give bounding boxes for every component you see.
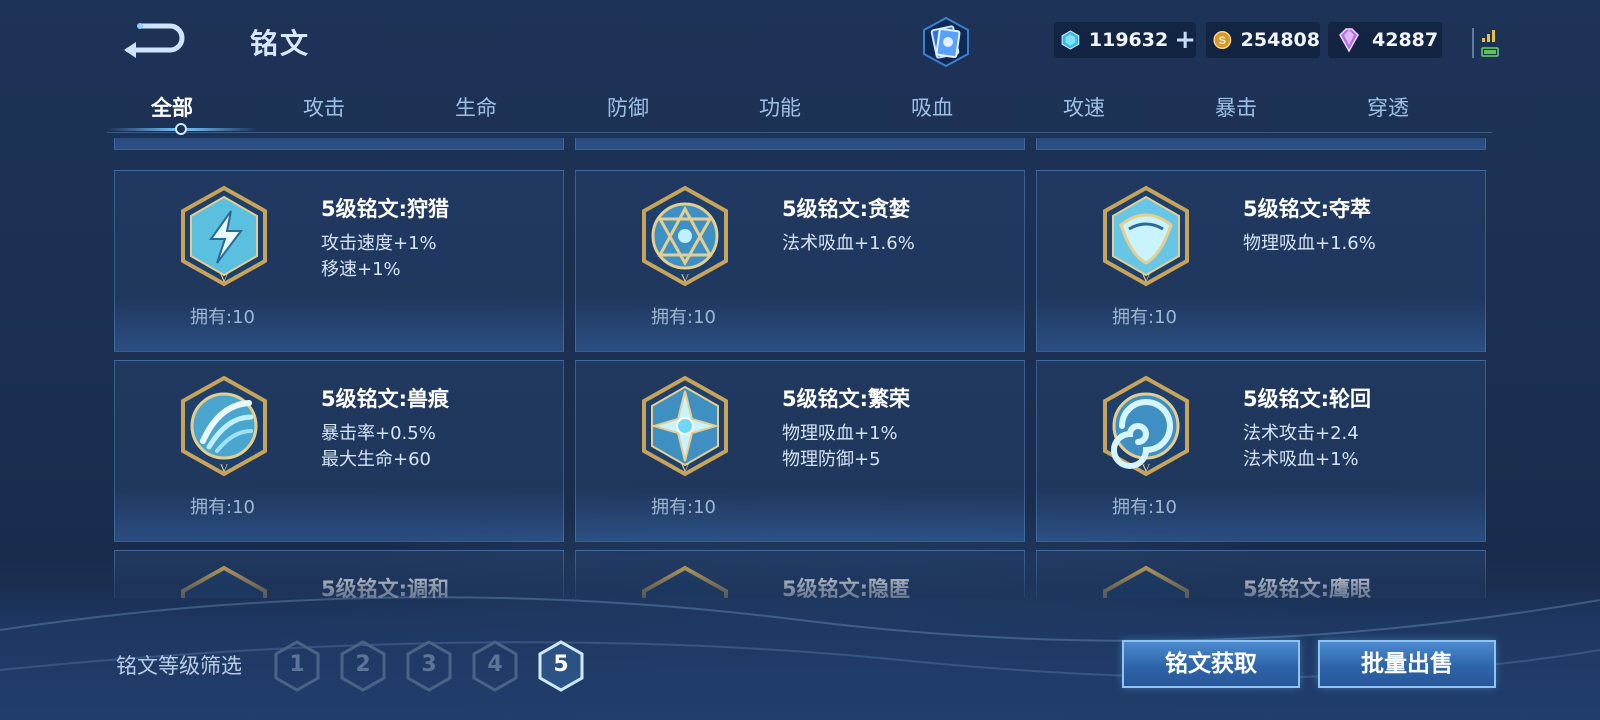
- rune-name: 5级铭文:隐匿: [782, 577, 911, 598]
- rune-attribute: 物理防御+5: [782, 449, 881, 470]
- rune-attribute: 物理吸血+1.6%: [1243, 233, 1376, 254]
- rune-attribute: 移速+1%: [321, 259, 401, 280]
- rune-card[interactable]: V 5级铭文:繁荣 物理吸血+1% 物理防御+5 拥有:10: [575, 360, 1025, 542]
- back-arrow-icon: [124, 23, 185, 58]
- battery-signal-icon: [1472, 28, 1499, 58]
- rune-card[interactable]: V 5级铭文:狩猎 攻击速度+1% 移速+1% 拥有:10: [114, 170, 564, 352]
- tab-utility[interactable]: 功能: [720, 92, 840, 122]
- active-tab-dot: [175, 123, 187, 135]
- owned-count: 拥有:10: [190, 497, 255, 518]
- gold-amount: 254808: [1240, 29, 1320, 51]
- svg-text:V: V: [1142, 461, 1151, 475]
- rune-name: 5级铭文:贪婪: [782, 197, 911, 221]
- rune-name: 5级铭文:夺萃: [1243, 197, 1372, 221]
- tab-penetration[interactable]: 穿透: [1328, 92, 1448, 122]
- tab-crit[interactable]: 暴击: [1176, 92, 1296, 122]
- rune-book-icon: [923, 16, 969, 68]
- rune-grid[interactable]: V 5级铭文:狩猎 攻击速度+1% 移速+1% 拥有:10 V 5级铭文:贪婪 …: [114, 138, 1486, 598]
- rune-name: 5级铭文:繁荣: [782, 387, 911, 411]
- star-rune-icon: V: [642, 375, 728, 477]
- rune-card[interactable]: 5级铭文:隐匿: [575, 550, 1025, 598]
- tab-all[interactable]: 全部: [112, 92, 232, 122]
- rune-card-partial[interactable]: [114, 138, 564, 150]
- spiral-rune-icon: V: [1103, 375, 1189, 477]
- rune-attribute: 物理吸血+1%: [782, 423, 898, 444]
- level-filter-1[interactable]: 1: [274, 640, 320, 692]
- get-runes-button[interactable]: 铭文获取: [1122, 640, 1300, 688]
- owned-count: 拥有:10: [651, 497, 716, 518]
- rune-card[interactable]: V 5级铭文:贪婪 法术吸血+1.6% 拥有:10: [575, 170, 1025, 352]
- owned-count: 拥有:10: [651, 307, 716, 328]
- rune-attribute: 法术吸血+1.6%: [782, 233, 915, 254]
- owned-count: 拥有:10: [190, 307, 255, 328]
- level-filter-label: 铭文等级筛选: [116, 654, 242, 678]
- purple-gem-icon: [1339, 28, 1359, 53]
- owned-count: 拥有:10: [1112, 307, 1177, 328]
- rune-icon: [1103, 565, 1189, 598]
- page-title: 铭文: [250, 27, 311, 60]
- rune-name: 5级铭文:兽痕: [321, 387, 450, 411]
- rune-icon: [181, 565, 267, 598]
- svg-text:V: V: [220, 461, 229, 475]
- currency-diamond: 119632 +: [1054, 22, 1196, 58]
- triangle-rune-icon: V: [642, 185, 728, 287]
- rune-attribute: 攻击速度+1%: [321, 233, 437, 254]
- claw-rune-icon: V: [181, 375, 267, 477]
- rune-name: 5级铭文:狩猎: [321, 197, 450, 221]
- gem-amount: 42887: [1372, 29, 1439, 51]
- rune-card[interactable]: V 5级铭文:夺萃 物理吸血+1.6% 拥有:10: [1036, 170, 1486, 352]
- level-filter-2[interactable]: 2: [340, 640, 386, 692]
- rune-icon: [642, 565, 728, 598]
- currency-gem: 42887: [1328, 22, 1442, 58]
- top-bar: 铭文 119632 + S 254808 42887: [0, 0, 1600, 84]
- rune-attribute: 最大生命+60: [321, 449, 431, 470]
- svg-text:V: V: [1142, 271, 1151, 285]
- level-filter-3[interactable]: 3: [406, 640, 452, 692]
- lightning-rune-icon: V: [181, 185, 267, 287]
- svg-text:V: V: [220, 271, 229, 285]
- svg-text:V: V: [681, 461, 690, 475]
- rune-card[interactable]: 5级铭文:调和: [114, 550, 564, 598]
- rune-card[interactable]: V 5级铭文:兽痕 暴击率+0.5% 最大生命+60 拥有:10: [114, 360, 564, 542]
- tab-defense[interactable]: 防御: [568, 92, 688, 122]
- rune-card[interactable]: 5级铭文:鹰眼: [1036, 550, 1486, 598]
- back-button[interactable]: [118, 18, 188, 58]
- category-tabs: 全部 攻击 生命 防御 功能 吸血 攻速 暴击 穿透: [107, 84, 1492, 135]
- rune-name: 5级铭文:鹰眼: [1243, 577, 1372, 598]
- add-diamond-button[interactable]: +: [1174, 27, 1196, 53]
- rune-card[interactable]: V 5级铭文:轮回 法术攻击+2.4 法术吸血+1% 拥有:10: [1036, 360, 1486, 542]
- rune-card-partial[interactable]: [575, 138, 1025, 150]
- blue-diamond-icon: [1061, 30, 1080, 50]
- svg-text:V: V: [681, 271, 690, 285]
- rune-attribute: 法术吸血+1%: [1243, 449, 1359, 470]
- tab-lifesteal[interactable]: 吸血: [872, 92, 992, 122]
- tab-health[interactable]: 生命: [416, 92, 536, 122]
- crescent-rune-icon: V: [1103, 185, 1189, 287]
- owned-count: 拥有:10: [1112, 497, 1177, 518]
- currency-gold: S 254808: [1206, 22, 1320, 58]
- gold-coin-icon: S: [1213, 31, 1232, 49]
- rune-card-partial[interactable]: [1036, 138, 1486, 150]
- svg-text:S: S: [1219, 35, 1226, 47]
- rune-name: 5级铭文:调和: [321, 577, 450, 598]
- rune-name: 5级铭文:轮回: [1243, 387, 1372, 411]
- rune-attribute: 法术攻击+2.4: [1243, 423, 1359, 444]
- level-filter-5[interactable]: 5: [538, 640, 584, 692]
- rune-attribute: 暴击率+0.5%: [321, 423, 436, 444]
- tab-attack[interactable]: 攻击: [264, 92, 384, 122]
- bulk-sell-button[interactable]: 批量出售: [1318, 640, 1496, 688]
- rune-book-button[interactable]: [920, 16, 972, 68]
- tab-attack-speed[interactable]: 攻速: [1024, 92, 1144, 122]
- diamond-amount: 119632: [1088, 29, 1169, 51]
- level-filter-4[interactable]: 4: [472, 640, 518, 692]
